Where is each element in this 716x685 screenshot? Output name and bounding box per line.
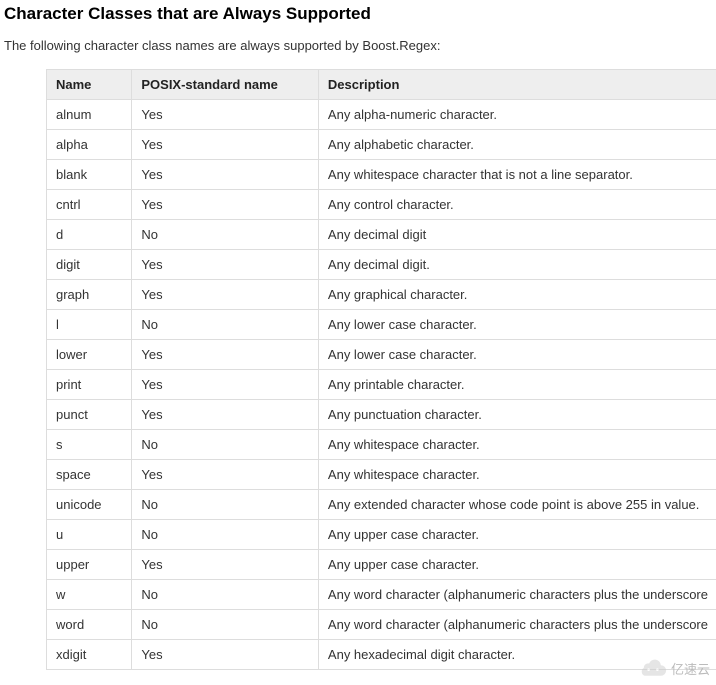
table-row: unicodeNoAny extended character whose co… bbox=[47, 490, 716, 520]
cell-desc: Any word character (alphanumeric charact… bbox=[319, 580, 716, 610]
cell-desc: Any lower case character. bbox=[319, 340, 716, 370]
cell-desc: Any decimal digit bbox=[319, 220, 716, 250]
cell-name: alnum bbox=[47, 100, 132, 130]
cell-posix: Yes bbox=[132, 250, 319, 280]
cell-posix: Yes bbox=[132, 640, 319, 670]
charclass-table: Name POSIX-standard name Description aln… bbox=[46, 69, 716, 670]
cell-name: lower bbox=[47, 340, 132, 370]
cell-desc: Any lower case character. bbox=[319, 310, 716, 340]
table-row: graphYesAny graphical character. bbox=[47, 280, 716, 310]
cell-desc: Any punctuation character. bbox=[319, 400, 716, 430]
col-header-desc: Description bbox=[319, 69, 716, 100]
cell-posix: Yes bbox=[132, 550, 319, 580]
table-row: cntrlYesAny control character. bbox=[47, 190, 716, 220]
cell-name: u bbox=[47, 520, 132, 550]
cell-desc: Any extended character whose code point … bbox=[319, 490, 716, 520]
table-header-row: Name POSIX-standard name Description bbox=[47, 69, 716, 100]
cell-desc: Any word character (alphanumeric charact… bbox=[319, 610, 716, 640]
cell-desc: Any alphabetic character. bbox=[319, 130, 716, 160]
table-row: upperYesAny upper case character. bbox=[47, 550, 716, 580]
cell-desc: Any graphical character. bbox=[319, 280, 716, 310]
cell-desc: Any whitespace character that is not a l… bbox=[319, 160, 716, 190]
table-row: xdigitYesAny hexadecimal digit character… bbox=[47, 640, 716, 670]
cell-name: punct bbox=[47, 400, 132, 430]
cell-posix: No bbox=[132, 220, 319, 250]
table-row: uNoAny upper case character. bbox=[47, 520, 716, 550]
cell-posix: Yes bbox=[132, 340, 319, 370]
cell-posix: No bbox=[132, 610, 319, 640]
cell-name: upper bbox=[47, 550, 132, 580]
cell-desc: Any whitespace character. bbox=[319, 460, 716, 490]
col-header-name: Name bbox=[47, 69, 132, 100]
table-row: dNoAny decimal digit bbox=[47, 220, 716, 250]
cell-posix: No bbox=[132, 580, 319, 610]
table-container: Name POSIX-standard name Description aln… bbox=[46, 69, 714, 670]
cell-name: blank bbox=[47, 160, 132, 190]
cell-desc: Any upper case character. bbox=[319, 550, 716, 580]
table-row: wordNoAny word character (alphanumeric c… bbox=[47, 610, 716, 640]
cell-name: s bbox=[47, 430, 132, 460]
cell-posix: Yes bbox=[132, 280, 319, 310]
cell-desc: Any printable character. bbox=[319, 370, 716, 400]
cell-name: print bbox=[47, 370, 132, 400]
table-row: lowerYesAny lower case character. bbox=[47, 340, 716, 370]
cell-posix: Yes bbox=[132, 400, 319, 430]
cell-desc: Any whitespace character. bbox=[319, 430, 716, 460]
cell-name: space bbox=[47, 460, 132, 490]
cell-name: l bbox=[47, 310, 132, 340]
cell-posix: Yes bbox=[132, 100, 319, 130]
table-row: spaceYesAny whitespace character. bbox=[47, 460, 716, 490]
cell-desc: Any upper case character. bbox=[319, 520, 716, 550]
cell-desc: Any hexadecimal digit character. bbox=[319, 640, 716, 670]
table-row: alphaYesAny alphabetic character. bbox=[47, 130, 716, 160]
cell-name: digit bbox=[47, 250, 132, 280]
table-row: alnumYesAny alpha-numeric character. bbox=[47, 100, 716, 130]
col-header-posix: POSIX-standard name bbox=[132, 69, 319, 100]
cell-posix: Yes bbox=[132, 160, 319, 190]
cell-name: unicode bbox=[47, 490, 132, 520]
table-row: punctYesAny punctuation character. bbox=[47, 400, 716, 430]
cell-name: d bbox=[47, 220, 132, 250]
cell-posix: Yes bbox=[132, 460, 319, 490]
cell-posix: Yes bbox=[132, 130, 319, 160]
cell-posix: No bbox=[132, 490, 319, 520]
cell-name: alpha bbox=[47, 130, 132, 160]
cell-desc: Any alpha-numeric character. bbox=[319, 100, 716, 130]
cell-desc: Any decimal digit. bbox=[319, 250, 716, 280]
intro-text: The following character class names are … bbox=[2, 38, 714, 53]
cell-name: graph bbox=[47, 280, 132, 310]
table-row: sNoAny whitespace character. bbox=[47, 430, 716, 460]
table-row: printYesAny printable character. bbox=[47, 370, 716, 400]
cell-posix: No bbox=[132, 310, 319, 340]
table-row: lNoAny lower case character. bbox=[47, 310, 716, 340]
page-title: Character Classes that are Always Suppor… bbox=[2, 4, 714, 24]
cell-name: xdigit bbox=[47, 640, 132, 670]
cell-posix: No bbox=[132, 430, 319, 460]
table-row: wNoAny word character (alphanumeric char… bbox=[47, 580, 716, 610]
cell-desc: Any control character. bbox=[319, 190, 716, 220]
cell-name: cntrl bbox=[47, 190, 132, 220]
cell-name: word bbox=[47, 610, 132, 640]
cell-posix: No bbox=[132, 520, 319, 550]
table-row: digitYesAny decimal digit. bbox=[47, 250, 716, 280]
cell-posix: Yes bbox=[132, 190, 319, 220]
cell-posix: Yes bbox=[132, 370, 319, 400]
cell-name: w bbox=[47, 580, 132, 610]
table-row: blankYesAny whitespace character that is… bbox=[47, 160, 716, 190]
